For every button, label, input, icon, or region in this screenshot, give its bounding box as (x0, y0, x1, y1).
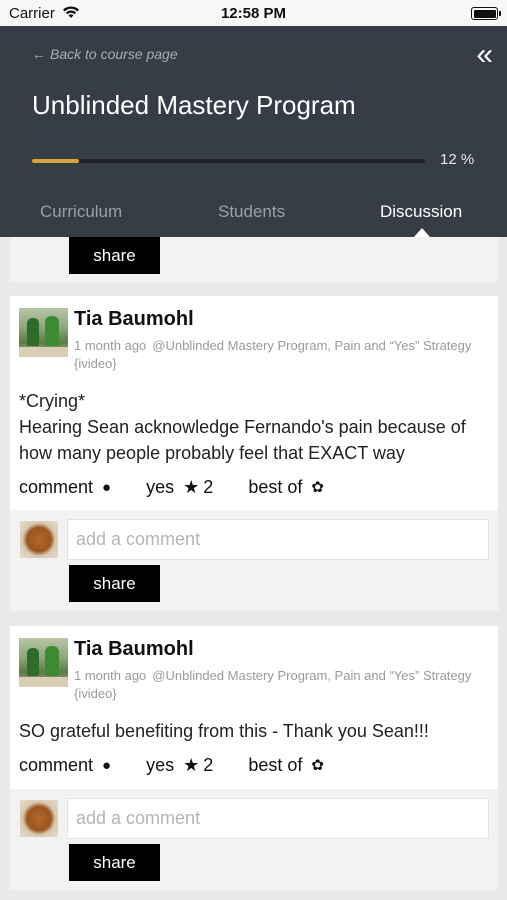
post-body-line: Hearing Sean acknowledge Fernando's pain… (19, 417, 466, 463)
post-actions: comment ● yes ★ 2 best of ✿ (19, 477, 332, 498)
comment-area: add a comment share (10, 789, 498, 890)
course-header: ← Back to course page « Unblinded Mastery… (0, 26, 507, 237)
comment-action[interactable]: comment ● (19, 477, 115, 497)
ribbon-award-icon: ✿ (311, 479, 324, 496)
clock: 12:58 PM (220, 5, 287, 22)
yes-count: 2 (203, 477, 214, 497)
tab-students[interactable]: Students (218, 202, 285, 222)
tab-discussion[interactable]: Discussion (380, 202, 462, 222)
comment-label: comment (19, 755, 94, 775)
post-body-line: *Crying* (19, 391, 86, 411)
active-tab-indicator (414, 228, 430, 237)
share-button[interactable]: share (69, 844, 160, 881)
status-bar: Carrier 12:58 PM (0, 0, 507, 26)
course-title: Unblinded Mastery Program (32, 90, 356, 120)
post-time: 1 month ago (74, 668, 147, 683)
arrow-left-icon: ← (32, 46, 46, 62)
best-of-label: best of (248, 755, 303, 775)
comment-area: add a comment share (10, 510, 498, 611)
double-chevron-left-icon[interactable]: « (476, 40, 493, 70)
yes-label: yes (146, 755, 175, 775)
back-link-label: Back to course page (50, 46, 178, 62)
course-tabs: Curriculum Students Discussion (0, 198, 507, 234)
yes-action[interactable]: yes ★ 2 (146, 477, 217, 497)
author-avatar[interactable] (19, 308, 68, 357)
author-avatar[interactable] (19, 638, 68, 687)
share-button[interactable]: share (69, 565, 160, 602)
comment-bubble-icon: ● (102, 479, 112, 496)
star-icon: ★ (183, 477, 200, 497)
comment-input[interactable]: add a comment (67, 519, 489, 560)
progress-bar (32, 159, 425, 163)
comment-input[interactable]: add a comment (67, 798, 489, 839)
best-of-action[interactable]: best of ✿ (248, 477, 328, 497)
post-card: Tia Baumohl 1 month ago @Unblinded Master… (10, 626, 498, 890)
post-author[interactable]: Tia Baumohl (74, 638, 194, 661)
progress-bar-fill (32, 159, 80, 163)
previous-post-comment-area: share (10, 237, 498, 282)
yes-label: yes (146, 477, 175, 497)
yes-count: 2 (203, 755, 214, 775)
ribbon-award-icon: ✿ (311, 757, 324, 774)
post-time: 1 month ago (74, 338, 147, 353)
comment-label: comment (19, 477, 94, 497)
battery-icon (471, 7, 501, 20)
post-card: Tia Baumohl 1 month ago @Unblinded Master… (10, 296, 498, 611)
post-meta: 1 month ago @Unblinded Mastery Program, P… (74, 337, 484, 373)
post-body: *Crying* Hearing Sean acknowledge Fernan… (19, 388, 489, 466)
best-of-action[interactable]: best of ✿ (248, 755, 328, 775)
share-button[interactable]: share (69, 237, 160, 274)
comment-bubble-icon: ● (102, 757, 112, 774)
back-to-course-link[interactable]: ← Back to course page (32, 46, 178, 62)
user-avatar (20, 521, 58, 558)
post-author[interactable]: Tia Baumohl (74, 308, 194, 331)
post-meta: 1 month ago @Unblinded Mastery Program, P… (74, 667, 484, 703)
post-body: SO grateful benefiting from this - Thank… (19, 721, 429, 741)
comment-action[interactable]: comment ● (19, 755, 115, 775)
post-actions: comment ● yes ★ 2 best of ✿ (19, 755, 332, 776)
tab-curriculum[interactable]: Curriculum (40, 202, 122, 222)
discussion-feed[interactable]: share Tia Baumohl 1 month ago @Unblinded … (0, 237, 507, 900)
user-avatar (20, 800, 58, 837)
progress-percent: 12 % (440, 151, 475, 168)
star-icon: ★ (183, 755, 200, 775)
best-of-label: best of (248, 477, 303, 497)
yes-action[interactable]: yes ★ 2 (146, 755, 217, 775)
